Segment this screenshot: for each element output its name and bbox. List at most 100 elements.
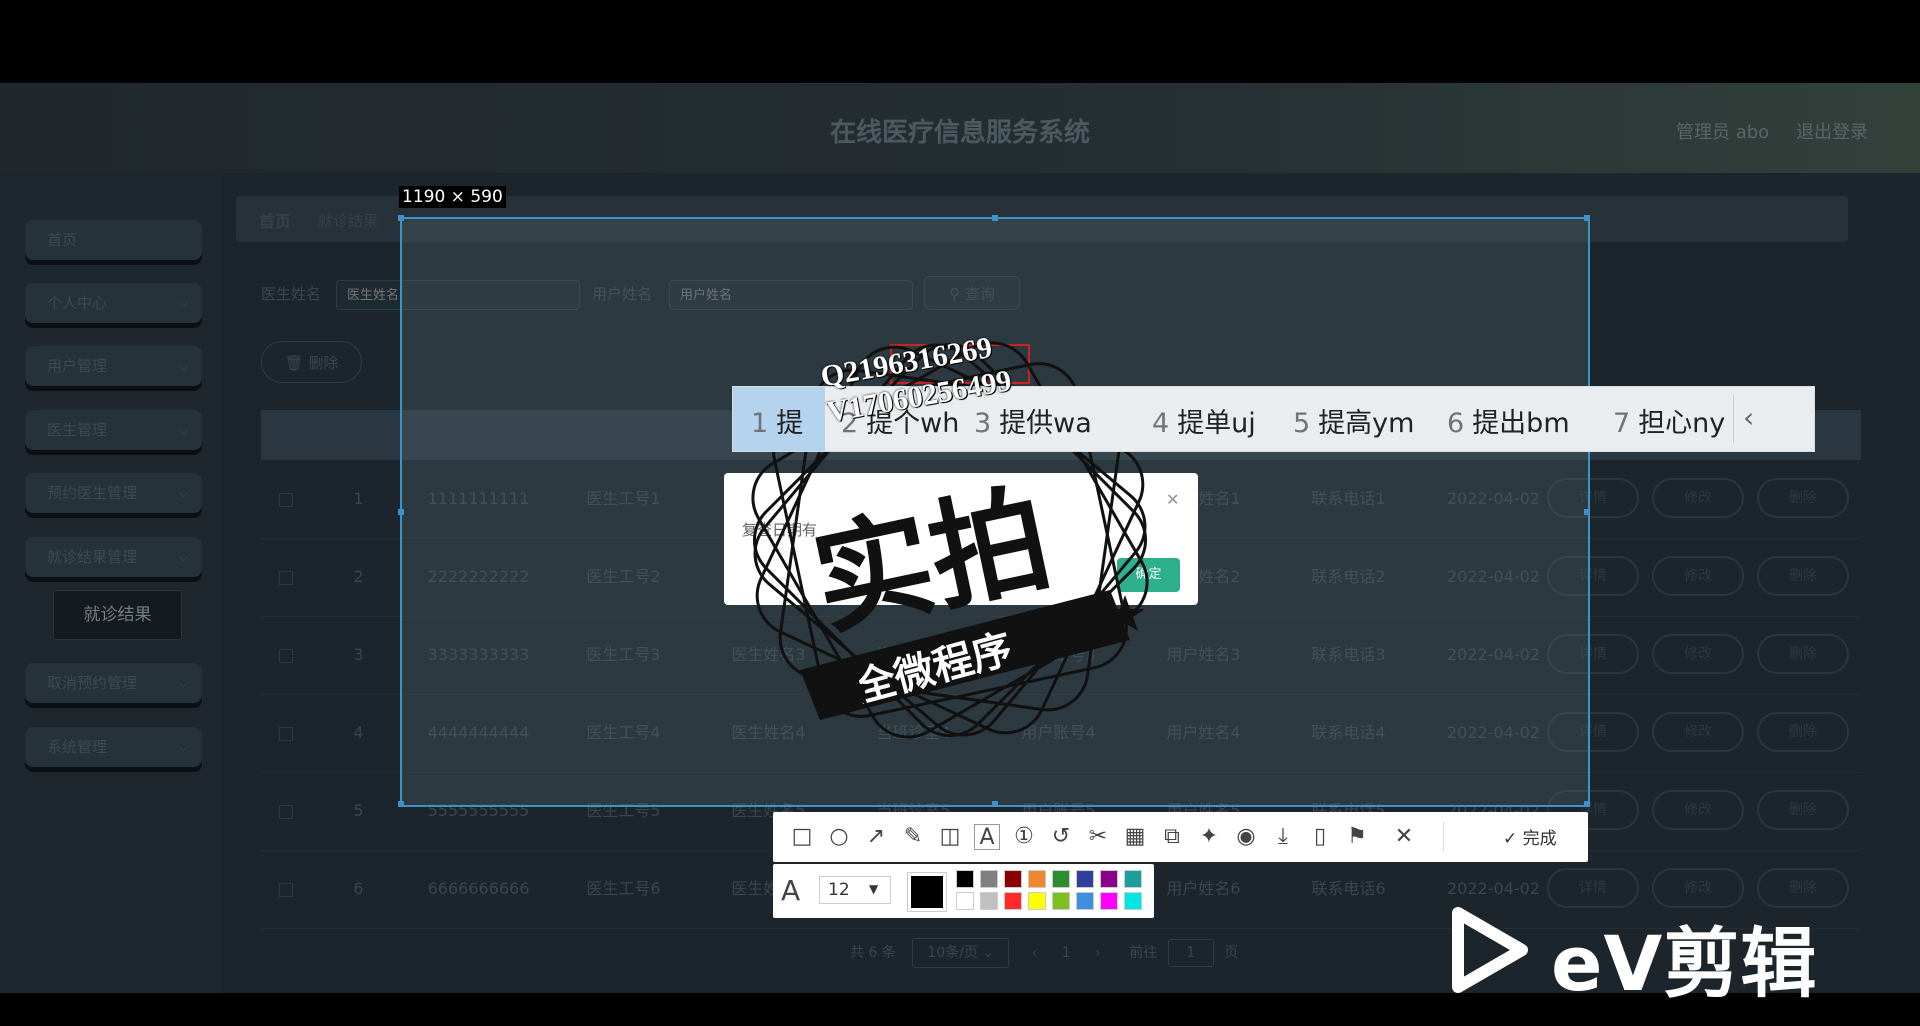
ime-candidate-number: 7 bbox=[1613, 408, 1631, 439]
ime-candidate[interactable]: 3 提供wa bbox=[974, 401, 1092, 440]
ime-candidate-number: 5 bbox=[1293, 408, 1311, 439]
sidebar-item-2[interactable]: 用户管理 ⌵ bbox=[25, 346, 202, 386]
row-delete-button[interactable]: 删除 bbox=[1757, 712, 1849, 752]
scissors-icon[interactable]: ✂ bbox=[1085, 824, 1111, 850]
ime-candidate[interactable]: 7 担心ny bbox=[1613, 401, 1725, 440]
record-icon[interactable]: ◉ bbox=[1233, 824, 1259, 850]
table-cell-idx: 3 bbox=[353, 645, 364, 664]
ime-candidate[interactable]: 4 提单uj bbox=[1152, 401, 1256, 440]
translate-icon[interactable]: ▦ bbox=[1122, 824, 1148, 850]
text-tool-icon[interactable]: A bbox=[974, 824, 1000, 850]
ocr-icon[interactable]: ⧉ bbox=[1159, 824, 1185, 850]
resize-handle-n[interactable] bbox=[992, 215, 998, 221]
edit-button[interactable]: 修改 bbox=[1652, 634, 1744, 674]
color-swatch[interactable] bbox=[980, 892, 998, 910]
color-swatch[interactable] bbox=[956, 892, 974, 910]
ime-candidate[interactable]: 6 提出bm bbox=[1447, 401, 1570, 440]
color-swatch[interactable] bbox=[1028, 892, 1046, 910]
row-checkbox[interactable] bbox=[261, 850, 311, 928]
chevron-left-icon[interactable]: ‹ bbox=[1743, 401, 1754, 434]
current-page[interactable]: 1 bbox=[1062, 945, 1071, 961]
sidebar-subitem-visit-result[interactable]: 就诊结果 bbox=[53, 590, 182, 640]
pen-tool-icon[interactable]: ✎ bbox=[900, 824, 926, 850]
arrow-tool-icon[interactable]: ↗ bbox=[863, 824, 889, 850]
row-delete-button[interactable]: 删除 bbox=[1757, 478, 1849, 518]
pin-icon[interactable]: ✦ bbox=[1196, 824, 1222, 850]
admin-label: 管理员 abo bbox=[1676, 122, 1770, 143]
resize-handle-se[interactable] bbox=[1584, 801, 1590, 807]
row-checkbox[interactable] bbox=[261, 616, 311, 694]
mosaic-tool-icon[interactable]: ◫ bbox=[937, 824, 963, 850]
row-delete-button[interactable]: 删除 bbox=[1757, 556, 1849, 596]
resize-handle-sw[interactable] bbox=[398, 801, 404, 807]
color-swatch[interactable] bbox=[1028, 870, 1046, 888]
goto-input[interactable]: 1 bbox=[1167, 939, 1214, 967]
edit-button[interactable]: 修改 bbox=[1652, 712, 1744, 752]
number-tool-icon[interactable]: ① bbox=[1011, 824, 1037, 850]
color-swatch[interactable] bbox=[1052, 892, 1070, 910]
done-label: 完成 bbox=[1522, 829, 1557, 849]
edit-button[interactable]: 修改 bbox=[1652, 478, 1744, 518]
sidebar-item-7[interactable]: 系统管理 ⌵ bbox=[25, 727, 202, 767]
ime-candidate-text: 提 bbox=[776, 408, 804, 439]
color-swatch[interactable] bbox=[1100, 892, 1118, 910]
ime-candidate[interactable]: 1提 bbox=[751, 401, 803, 440]
row-checkbox[interactable] bbox=[261, 538, 311, 616]
ime-candidate-text: 提出bm bbox=[1472, 408, 1570, 439]
resize-handle-w[interactable] bbox=[398, 509, 404, 515]
color-swatch[interactable] bbox=[1052, 870, 1070, 888]
row-checkbox[interactable] bbox=[261, 694, 311, 772]
logout-link[interactable]: 退出登录 bbox=[1796, 118, 1868, 144]
sidebar-item-3[interactable]: 医生管理 ⌵ bbox=[25, 410, 202, 450]
sidebar-item-1[interactable]: 个人中心 ⌵ bbox=[25, 283, 202, 323]
color-swatch[interactable] bbox=[1004, 892, 1022, 910]
done-button[interactable]: ✓ 完成 bbox=[1503, 824, 1557, 849]
color-swatch[interactable] bbox=[1124, 892, 1142, 910]
resize-handle-ne[interactable] bbox=[1584, 215, 1590, 221]
sidebar-item-5[interactable]: 就诊结果管理 ⌵ bbox=[25, 537, 202, 577]
sidebar-item-6[interactable]: 取消预约管理 ⌵ bbox=[25, 663, 202, 703]
select-all-checkbox[interactable] bbox=[261, 410, 311, 460]
download-icon[interactable]: ⤓ bbox=[1270, 824, 1296, 850]
resize-handle-e[interactable] bbox=[1584, 509, 1590, 515]
sidebar-item-0[interactable]: 首页 bbox=[25, 220, 202, 260]
undo-icon[interactable]: ↺ bbox=[1048, 824, 1074, 850]
color-swatch[interactable] bbox=[1076, 892, 1094, 910]
phone-icon[interactable]: ▯ bbox=[1307, 824, 1333, 850]
row-checkbox[interactable] bbox=[261, 772, 311, 850]
sidebar-item-4[interactable]: 预约医生管理 ⌵ bbox=[25, 473, 202, 513]
chevron-down-icon: ⌄ bbox=[982, 945, 995, 961]
cancel-icon[interactable]: ✕ bbox=[1391, 824, 1417, 850]
delete-button[interactable]: 🗑 删除 bbox=[261, 341, 362, 383]
bookmark-icon[interactable]: ⚑ bbox=[1344, 824, 1370, 850]
color-swatch[interactable] bbox=[1004, 870, 1022, 888]
color-swatch[interactable] bbox=[956, 870, 974, 888]
edit-button[interactable]: 修改 bbox=[1652, 556, 1744, 596]
color-swatch[interactable] bbox=[1076, 870, 1094, 888]
table-cell-idx: 4 bbox=[353, 723, 364, 742]
row-delete-button[interactable]: 删除 bbox=[1757, 634, 1849, 674]
chevron-down-icon: ⌵ bbox=[178, 296, 188, 310]
breadcrumb-home[interactable]: 首页 bbox=[259, 208, 291, 232]
row-checkbox[interactable] bbox=[261, 460, 311, 538]
resize-handle-nw[interactable] bbox=[398, 215, 404, 221]
rectangle-tool-icon[interactable]: □ bbox=[789, 824, 815, 850]
table-cell-idx: 5 bbox=[353, 801, 364, 820]
color-swatch[interactable] bbox=[1124, 870, 1142, 888]
color-swatch[interactable] bbox=[980, 870, 998, 888]
page-size-select[interactable]: 10条/页 ⌄ bbox=[912, 938, 1010, 968]
next-page-icon[interactable]: › bbox=[1095, 945, 1101, 961]
edit-button[interactable]: 修改 bbox=[1652, 790, 1744, 830]
color-swatch[interactable] bbox=[1100, 870, 1118, 888]
font-size-select[interactable]: 12 bbox=[819, 876, 891, 904]
prev-page-icon[interactable]: ‹ bbox=[1032, 945, 1038, 961]
ellipse-tool-icon[interactable]: ○ bbox=[826, 824, 852, 850]
ime-candidate-number: 3 bbox=[974, 408, 992, 439]
row-delete-button[interactable]: 删除 bbox=[1757, 790, 1849, 830]
ime-candidate[interactable]: 5 提高ym bbox=[1293, 401, 1414, 440]
sidebar-item-label: 用户管理 bbox=[47, 357, 108, 375]
ime-candidate-number: 1 bbox=[751, 408, 769, 439]
caret-down-icon[interactable]: ▼ bbox=[869, 882, 878, 896]
sidebar-item-label: 预约医生管理 bbox=[47, 484, 138, 502]
resize-handle-s[interactable] bbox=[992, 801, 998, 807]
